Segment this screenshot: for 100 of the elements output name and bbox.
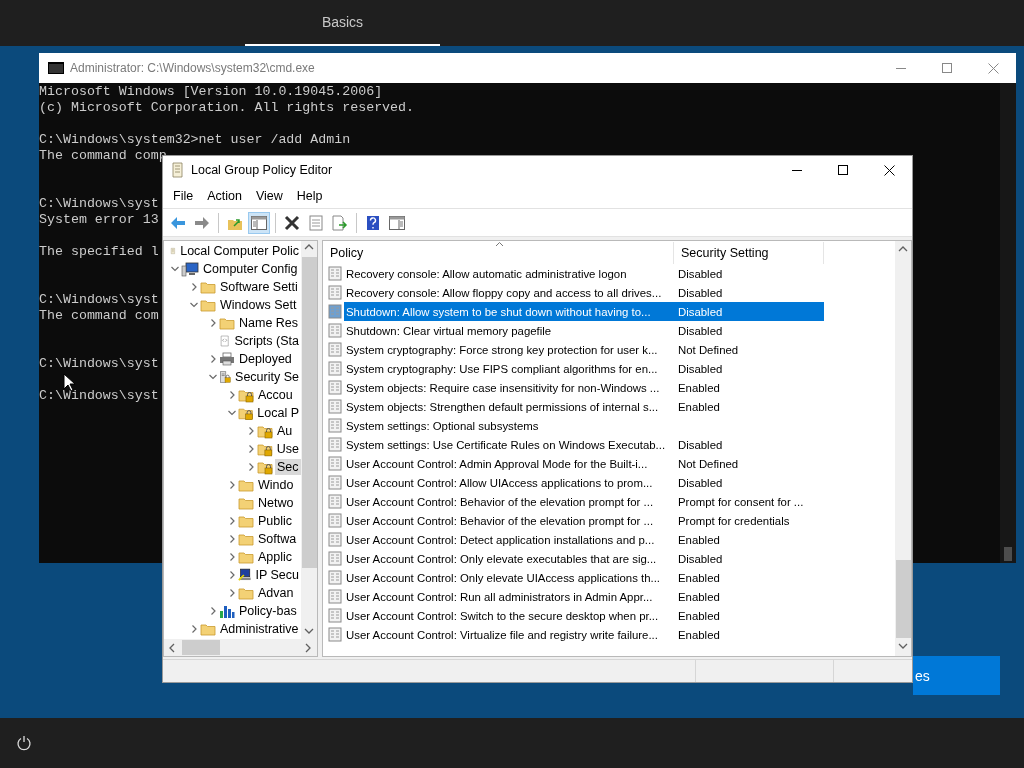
policy-row[interactable]: System objects: Require case insensitivity for non-Windows ... Enabled <box>344 378 824 397</box>
policy-row[interactable]: User Account Control: Behavior of the elevation prompt for ... Prompt for consent for ... <box>344 492 824 511</box>
security-setting: Enabled <box>677 400 721 413</box>
scrollbar[interactable] <box>895 241 911 656</box>
policy-icon <box>328 418 342 433</box>
toolbar-button[interactable] <box>248 211 270 234</box>
tree-item[interactable]: Deployed <box>237 351 294 367</box>
policy-row[interactable]: System settings: Optional subsystems <box>344 416 824 435</box>
computer-icon <box>238 567 252 583</box>
tree-item[interactable]: Softwa <box>256 531 299 547</box>
security-setting: Enabled <box>677 533 721 546</box>
tree-item[interactable]: Au <box>275 423 295 439</box>
tree-item[interactable]: Local Computer Polic <box>178 243 301 259</box>
tree-item[interactable]: Administrative <box>218 621 301 637</box>
menu-item[interactable]: View <box>248 189 290 203</box>
tree-item[interactable]: Accou <box>256 387 295 403</box>
policy-name: User Account Control: Run all administrators in Admin Appr... <box>345 590 654 603</box>
tree-item[interactable]: Sec <box>275 459 301 475</box>
locked-server-icon <box>219 369 232 385</box>
policy-row[interactable]: User Account Control: Only elevate executables that are sig... Disabled <box>344 549 824 568</box>
tree-item[interactable]: Use <box>274 441 301 457</box>
tree-item[interactable]: Windo <box>256 477 296 493</box>
security-setting: Prompt for credentials <box>677 514 791 527</box>
policy-row[interactable]: System cryptography: Use FIPS compliant algorithms for en... Disabled <box>344 359 824 378</box>
tree-item[interactable]: Public <box>256 513 295 529</box>
chevron-right-icon[interactable] <box>208 354 218 364</box>
security-setting: Enabled <box>677 381 721 394</box>
chevron-right-icon[interactable] <box>227 390 237 400</box>
policy-icon <box>328 266 342 281</box>
policy-row[interactable]: Recovery console: Allow automatic administrative logon Disabled <box>344 264 824 283</box>
tree-pane-icon <box>251 215 267 230</box>
maximize-icon[interactable] <box>838 165 848 175</box>
policy-row[interactable]: User Account Control: Run all administrators in Admin Appr... Enabled <box>344 587 824 606</box>
locked-folder-icon <box>257 441 273 457</box>
security-setting: Disabled <box>677 552 724 565</box>
scrollbar-thumb[interactable] <box>301 257 317 568</box>
policy-row[interactable]: User Account Control: Allow UIAccess applications to prom... Disabled <box>344 473 824 492</box>
bar-chart-icon <box>219 603 235 619</box>
menu-item[interactable]: Action <box>200 189 249 203</box>
policy-row[interactable]: User Account Control: Behavior of the elevation prompt for ... Prompt for credentials <box>344 511 824 530</box>
chevron-right-icon[interactable] <box>208 318 218 328</box>
next-button[interactable]: es <box>913 656 1000 695</box>
security-setting: Not Defined <box>677 343 740 356</box>
policy-name: User Account Control: Allow UIAccess applications to prom... <box>345 476 654 489</box>
policy-row[interactable]: User Account Control: Switch to the secure desktop when pr... Enabled <box>344 606 824 625</box>
scrollbar-thumb[interactable] <box>895 560 911 638</box>
security-setting: Disabled <box>677 476 724 489</box>
scrollbar[interactable] <box>164 639 317 656</box>
export-list-icon <box>332 214 348 231</box>
column-header[interactable]: Policy <box>323 242 674 264</box>
policy-row[interactable]: User Account Control: Detect application installations and p... Enabled <box>344 530 824 549</box>
policy-icon <box>328 608 342 623</box>
policy-icon <box>328 551 342 566</box>
tree-item[interactable]: Local P <box>255 405 301 421</box>
tree-item[interactable]: Netwo <box>256 495 296 511</box>
folder-icon <box>200 279 216 295</box>
security-setting: Not Defined <box>677 457 740 470</box>
tree-item[interactable]: Windows Sett <box>218 297 299 313</box>
column-header[interactable]: Security Setting <box>674 242 824 264</box>
policy-row[interactable]: System objects: Strengthen default permissions of internal s... Enabled <box>344 397 824 416</box>
menu-item[interactable]: File <box>166 189 201 203</box>
policy-name: System settings: Use Certificate Rules on Windows Executab... <box>345 438 667 451</box>
tree-item[interactable]: IP Secu <box>253 567 301 583</box>
tree-item[interactable]: Advan <box>256 585 296 601</box>
scrollbar[interactable] <box>301 241 317 639</box>
close-icon[interactable] <box>883 164 895 176</box>
folder-icon <box>238 495 254 511</box>
chevron-down-icon[interactable] <box>227 408 237 418</box>
tree-item[interactable]: Computer Config <box>201 261 300 277</box>
policy-row[interactable]: System cryptography: Force strong key protection for user k... Not Defined <box>344 340 824 359</box>
policy-row[interactable]: Shutdown: Allow system to be shut down without having to... Disabled <box>344 302 824 321</box>
policy-row[interactable]: Recovery console: Allow floppy copy and access to all drives... Disabled <box>344 283 824 302</box>
chevron-down-icon[interactable] <box>189 300 199 310</box>
tree-item[interactable]: Policy-bas <box>237 603 299 619</box>
tree-item[interactable]: Security Se <box>233 369 301 385</box>
folder-icon <box>200 297 216 313</box>
policy-icon <box>328 494 342 509</box>
chevron-down-icon[interactable] <box>208 372 218 382</box>
policy-name: Shutdown: Allow system to be shut down without having to... <box>345 305 652 318</box>
tab[interactable]: Basics <box>245 0 440 46</box>
policy-name: System objects: Strengthen default permissions of internal s... <box>345 400 660 413</box>
chevron-down-icon[interactable] <box>170 264 180 274</box>
policy-row[interactable]: Shutdown: Clear virtual memory pagefile Disabled <box>344 321 824 340</box>
menu-item[interactable]: Help <box>289 189 330 203</box>
tree-item[interactable]: Scripts (Sta <box>232 333 301 349</box>
properties-icon <box>309 214 323 231</box>
policy-row[interactable]: System settings: Use Certificate Rules on Windows Executab... Disabled <box>344 435 824 454</box>
chevron-right-icon[interactable] <box>189 282 199 292</box>
tree-item[interactable]: Software Setti <box>218 279 300 295</box>
power-icon[interactable] <box>16 735 32 751</box>
policy-row[interactable]: User Account Control: Only elevate UIAccess applications th... Enabled <box>344 568 824 587</box>
tree-item[interactable]: Applic <box>256 549 295 565</box>
scrollbar-thumb[interactable] <box>1004 547 1012 561</box>
folder-icon <box>238 477 254 493</box>
policy-row[interactable]: User Account Control: Admin Approval Mode for the Built-i... Not Defined <box>344 454 824 473</box>
scrollbar[interactable] <box>1000 83 1016 563</box>
folder-icon <box>238 585 254 601</box>
policy-row[interactable]: User Account Control: Virtualize file and registry write failure... Enabled <box>344 625 824 644</box>
tree-item[interactable]: Name Res <box>237 315 301 331</box>
scrollbar-thumb[interactable] <box>182 640 220 655</box>
